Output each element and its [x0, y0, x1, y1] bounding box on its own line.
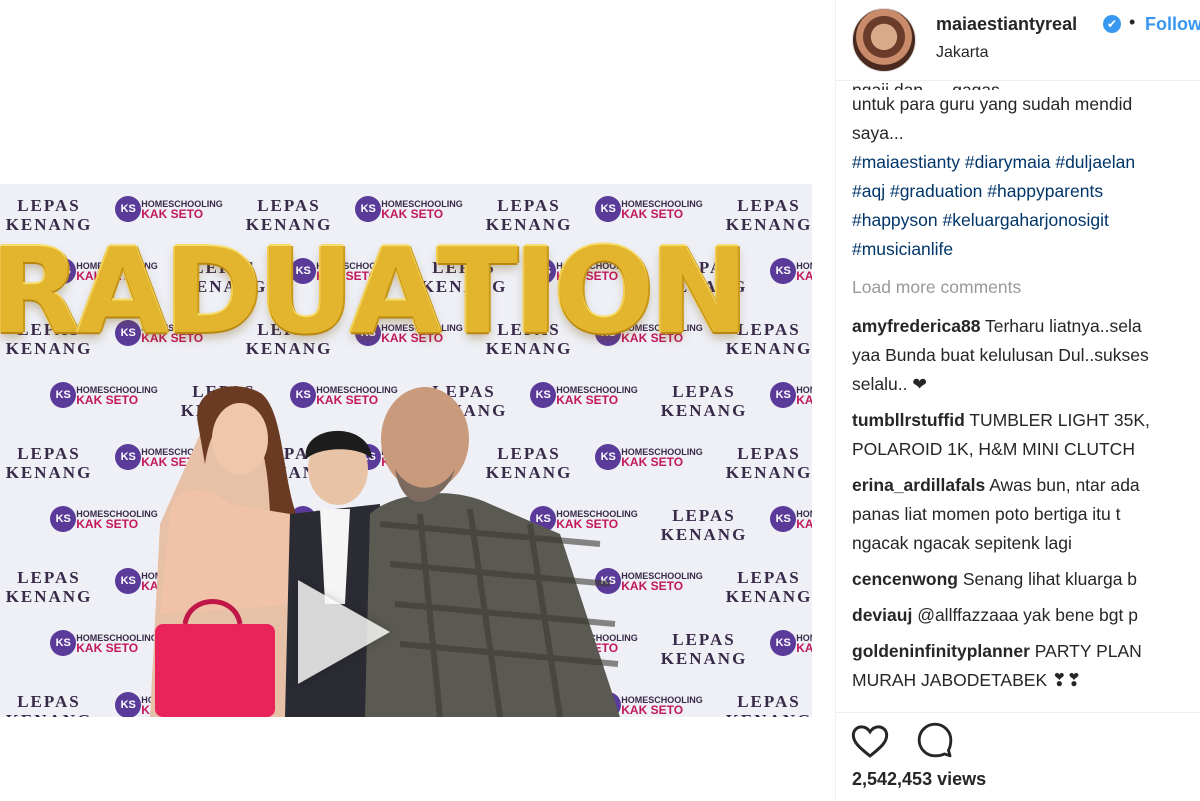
comment-text: Awas bun, ntar ada [989, 475, 1140, 495]
hashtag-row: #happyson #keluargaharjonosigit [852, 206, 1200, 235]
comment-text: TUMBLER LIGHT 35K, [969, 410, 1150, 430]
caption-hashtags: #maiaestianty #diarymaia #duljaelan #aqj … [852, 148, 1200, 264]
caption-cut-line: ngaji dan .... gagas.......... .. ...... [852, 82, 1200, 90]
hashtag-row: #musicianlife [852, 235, 1200, 264]
comment-icon[interactable] [916, 721, 954, 759]
comment-text: selalu.. ❤ [852, 374, 927, 394]
comment-username-link[interactable]: tumbllrstuffid [852, 410, 965, 430]
comment-text: MURAH JABODETABEK ❣❣ [852, 670, 1082, 690]
hashtag-link[interactable]: #aqj [852, 181, 885, 201]
load-more-comments-button[interactable]: Load more comments [852, 273, 1200, 302]
comment-username-link[interactable]: cencenwong [852, 569, 958, 589]
play-icon[interactable] [298, 580, 390, 684]
comment-text: Senang lihat kluarga b [962, 569, 1138, 589]
comment-item: erina_ardillafals Awas bun, ntar ada pana… [852, 471, 1200, 558]
comment-text: @allffazzaaa yak bene bgt p [917, 605, 1138, 625]
hashtag-row: #maiaestianty #diarymaia #duljaelan [852, 148, 1200, 177]
location-link[interactable]: Jakarta [936, 44, 988, 62]
video-player[interactable]: LEPAS KENANG KS HOMESCHOOLING KAK SETO LEPAS K… [0, 184, 812, 717]
hashtag-link[interactable]: #diarymaia [965, 152, 1051, 172]
comment-item: deviauj @allffazzaaa yak bene bgt p [852, 601, 1200, 630]
comment-text: panas liat momen poto bertiga itu t [852, 504, 1121, 524]
post-panel: maiaestiantyreal ✔ • Follow Jakarta ngaj… [835, 0, 1200, 800]
comment-items: amyfrederica88 Terharu liatnya..sela yaa … [852, 312, 1200, 695]
comment-username-link[interactable]: goldeninfinityplanner [852, 641, 1030, 661]
comment-text: POLAROID 1K, H&M MINI CLUTCH [852, 439, 1135, 459]
comment-username-link[interactable]: amyfrederica88 [852, 316, 980, 336]
comment-line: erina_ardillafals Awas bun, ntar ada [852, 471, 1200, 500]
comment-line: MURAH JABODETABEK ❣❣ [852, 666, 1200, 695]
comment-username-link[interactable]: erina_ardillafals [852, 475, 985, 495]
comment-line: amyfrederica88 Terharu liatnya..sela [852, 312, 1200, 341]
hashtag-link[interactable]: #duljaelan [1055, 152, 1135, 172]
comment-line: ngacak ngacak sepitenk lagi [852, 529, 1200, 558]
comment-line: tumbllrstuffid TUMBLER LIGHT 35K, [852, 406, 1200, 435]
verified-badge-icon: ✔ [1103, 15, 1121, 33]
hashtag-link[interactable]: #graduation [890, 181, 982, 201]
follow-button[interactable]: Follow [1145, 14, 1200, 35]
comment-line: cencenwong Senang lihat kluarga b [852, 565, 1200, 594]
comment-text: yaa Bunda buat kelulusan Dul..sukses [852, 345, 1149, 365]
comment-item: cencenwong Senang lihat kluarga b [852, 565, 1200, 594]
caption-text-line: untuk para guru yang sudah mendid [852, 94, 1133, 114]
person-left [150, 386, 300, 717]
separator-dot: • [1129, 12, 1136, 32]
comment-line: selalu.. ❤ [852, 370, 1200, 399]
comment-line: goldeninfinityplanner PARTY PLAN [852, 637, 1200, 666]
comment-item: amyfrederica88 Terharu liatnya..sela yaa … [852, 312, 1200, 399]
comment-line: POLAROID 1K, H&M MINI CLUTCH [852, 435, 1200, 464]
username-link[interactable]: maiaestiantyreal [936, 14, 1077, 35]
view-count: 2,542,453 views [852, 769, 987, 789]
comment-line: deviauj @allffazzaaa yak bene bgt p [852, 601, 1200, 630]
hashtag-link[interactable]: #musicianlife [852, 239, 953, 259]
hashtag-link[interactable]: #keluargaharjonosigit [943, 210, 1109, 230]
comment-line: panas liat momen poto bertiga itu t [852, 500, 1200, 529]
heart-icon[interactable] [850, 721, 890, 761]
comment-username-link[interactable]: deviauj [852, 605, 912, 625]
media-area: LEPAS KENANG KS HOMESCHOOLING KAK SETO LEPAS K… [0, 0, 835, 800]
avatar[interactable] [852, 8, 916, 72]
comment-item: tumbllrstuffid TUMBLER LIGHT 35K, POLAROI… [852, 406, 1200, 464]
person-right [365, 387, 620, 717]
comment-line: yaa Bunda buat kelulusan Dul..sukses [852, 341, 1200, 370]
hashtag-link[interactable]: #happyson [852, 210, 938, 230]
video-frame-photo [150, 386, 620, 717]
hashtag-row: #aqj #graduation #happyparents [852, 177, 1200, 206]
caption-text-line: saya... [852, 123, 904, 143]
comment-text: ngacak ngacak sepitenk lagi [852, 533, 1072, 553]
hashtag-link[interactable]: #happyparents [987, 181, 1103, 201]
hashtag-link[interactable]: #maiaestianty [852, 152, 960, 172]
post-actions: 2,542,453 views [836, 712, 1200, 801]
comment-item: goldeninfinityplanner PARTY PLAN MURAH JA… [852, 637, 1200, 695]
comments-list[interactable]: ngaji dan .... gagas.......... .. ......… [852, 82, 1200, 712]
comment-text: Terharu liatnya..sela [984, 316, 1142, 336]
post-header: maiaestiantyreal ✔ • Follow Jakarta [836, 0, 1200, 81]
comment-text: PARTY PLAN [1034, 641, 1142, 661]
